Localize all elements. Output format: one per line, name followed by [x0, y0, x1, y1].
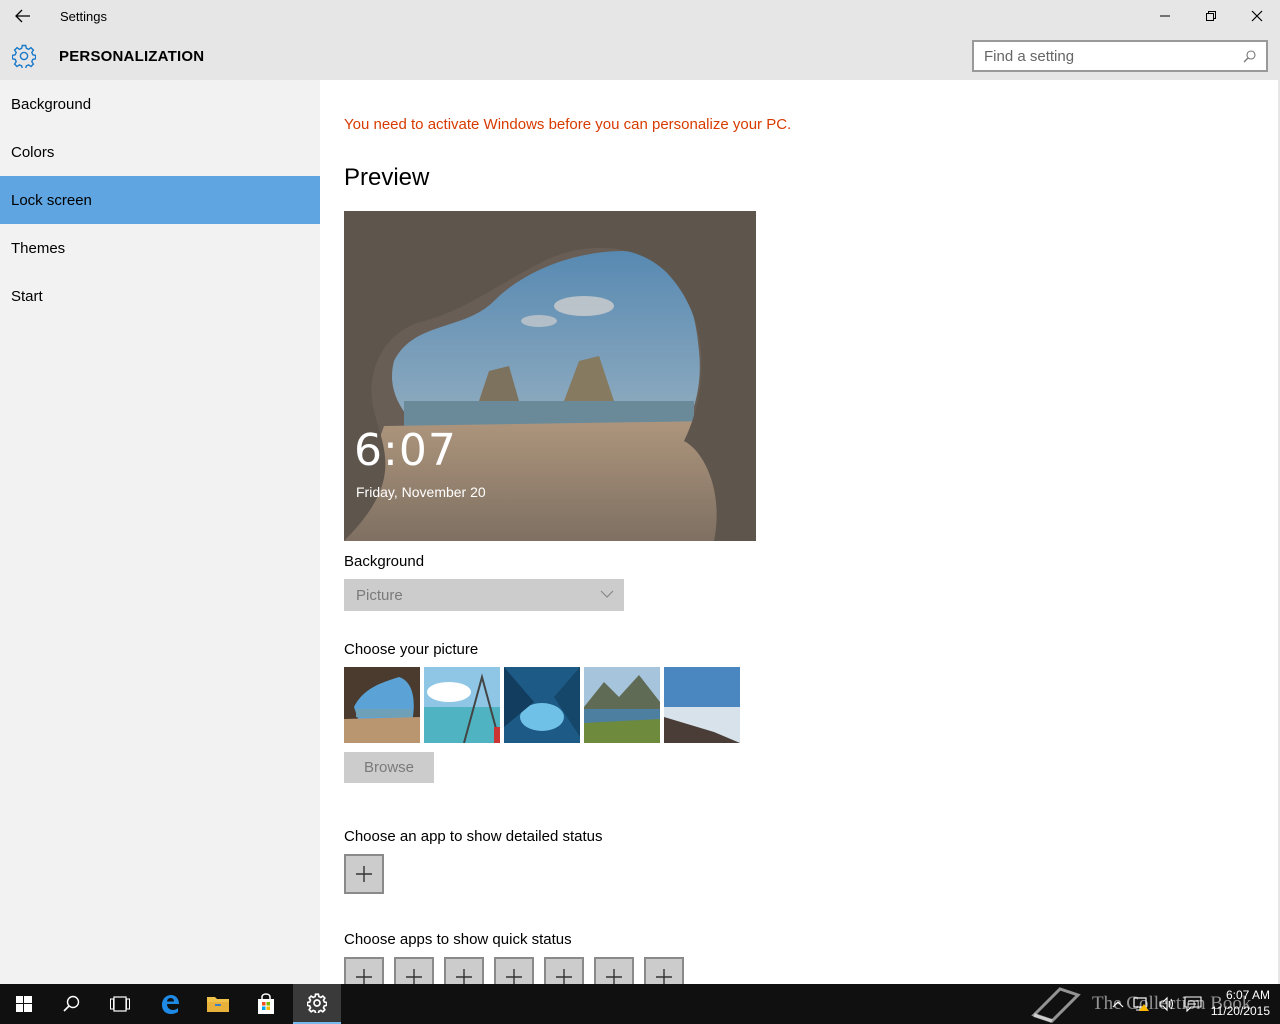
network-icon[interactable]	[1132, 996, 1150, 1012]
cave-thumbnail-image	[344, 667, 420, 743]
add-quick-status-app-button[interactable]	[544, 957, 584, 984]
store-icon	[258, 993, 274, 1014]
settings-header: PERSONALIZATION	[0, 32, 1280, 80]
search-icon	[63, 995, 80, 1012]
activation-warning: You need to activate Windows before you …	[344, 116, 792, 133]
clock-time: 6:07 AM	[1225, 988, 1270, 1002]
search-box[interactable]	[972, 40, 1268, 72]
cliff-sea-thumbnail-image	[664, 667, 740, 743]
restore-button[interactable]	[1188, 0, 1234, 32]
beach-thumbnail-image	[424, 667, 500, 743]
preview-date: Friday, November 20	[356, 484, 486, 500]
main-content: You need to activate Windows before you …	[320, 80, 1278, 984]
plus-icon	[406, 969, 422, 984]
sidebar-item-start[interactable]: Start	[0, 272, 320, 320]
store-taskbar-button[interactable]	[242, 984, 290, 1024]
close-button[interactable]	[1234, 0, 1280, 32]
thumbnail-cliff-sea[interactable]	[664, 667, 740, 743]
background-dropdown-value: Picture	[356, 586, 403, 604]
add-quick-status-app-button[interactable]	[644, 957, 684, 984]
thumbnail-cave[interactable]	[344, 667, 420, 743]
thumbnail-ice-cave[interactable]	[504, 667, 580, 743]
search-input[interactable]	[984, 47, 1243, 65]
minimize-icon	[1160, 15, 1170, 17]
close-icon	[1251, 10, 1263, 22]
browse-button[interactable]: Browse	[344, 752, 434, 783]
settings-taskbar-button[interactable]	[293, 984, 341, 1024]
edge-taskbar-button[interactable]	[146, 984, 194, 1024]
task-view-button[interactable]	[96, 984, 144, 1024]
detailed-status-label: Choose an app to show detailed status	[344, 828, 603, 845]
sidebar-item-colors[interactable]: Colors	[0, 128, 320, 176]
page-title: PERSONALIZATION	[59, 47, 205, 65]
plus-icon	[606, 969, 622, 984]
back-button[interactable]	[0, 0, 46, 32]
plus-icon	[356, 969, 372, 984]
thumbnail-mountain-lake[interactable]	[584, 667, 660, 743]
add-quick-status-app-button[interactable]	[394, 957, 434, 984]
restore-icon	[1206, 11, 1216, 21]
plus-icon	[556, 969, 572, 984]
action-center-icon[interactable]	[1184, 996, 1202, 1012]
system-tray	[1112, 984, 1202, 1024]
preview-heading: Preview	[344, 164, 430, 191]
add-quick-status-app-button[interactable]	[444, 957, 484, 984]
search-taskbar-button[interactable]	[48, 984, 96, 1024]
volume-icon[interactable]	[1158, 996, 1176, 1012]
search-icon[interactable]	[1243, 49, 1256, 63]
sidebar-item-background[interactable]: Background	[0, 80, 320, 128]
choose-picture-label: Choose your picture	[344, 641, 479, 658]
edge-icon	[162, 995, 179, 1014]
sidebar: Background Colors Lock screen Themes Sta…	[0, 80, 320, 984]
plus-icon	[456, 969, 472, 984]
picture-thumbnails	[344, 667, 740, 743]
chevron-up-icon[interactable]	[1112, 999, 1124, 1009]
title-bar: Settings	[0, 0, 1280, 32]
windows-logo-icon	[16, 996, 32, 1012]
file-explorer-taskbar-button[interactable]	[194, 984, 242, 1024]
background-label: Background	[344, 553, 425, 570]
book-icon	[1031, 987, 1081, 1023]
start-button[interactable]	[0, 984, 48, 1024]
background-dropdown[interactable]: Picture	[344, 579, 624, 611]
sidebar-item-themes[interactable]: Themes	[0, 224, 320, 272]
taskbar-clock[interactable]: 6:07 AM 11/20/2015	[1211, 987, 1270, 1019]
add-quick-status-app-button[interactable]	[344, 957, 384, 984]
gear-icon	[307, 993, 327, 1013]
plus-icon	[356, 866, 372, 882]
chevron-down-icon	[600, 590, 614, 598]
add-quick-status-app-button[interactable]	[494, 957, 534, 984]
minimize-button[interactable]	[1142, 0, 1188, 32]
gear-icon	[12, 44, 36, 68]
taskbar: The Collection Book 6:07 AM 11/20/2015	[0, 984, 1280, 1024]
back-arrow-icon	[15, 9, 30, 23]
plus-icon	[506, 969, 522, 984]
plus-icon	[656, 969, 672, 984]
mountain-lake-thumbnail-image	[584, 667, 660, 743]
ice-cave-thumbnail-image	[504, 667, 580, 743]
lock-screen-preview: 6:07 Friday, November 20	[344, 211, 756, 541]
sidebar-item-lock-screen[interactable]: Lock screen	[0, 176, 320, 224]
task-view-icon	[110, 996, 130, 1012]
folder-icon	[207, 997, 229, 1012]
quick-status-label: Choose apps to show quick status	[344, 931, 572, 948]
thumbnail-beach-window[interactable]	[424, 667, 500, 743]
window-title: Settings	[60, 8, 107, 24]
add-detailed-status-app-button[interactable]	[344, 854, 384, 894]
add-quick-status-app-button[interactable]	[594, 957, 634, 984]
preview-time: 6:07	[354, 425, 457, 476]
quick-status-apps	[344, 957, 684, 984]
clock-date: 11/20/2015	[1210, 1004, 1270, 1018]
